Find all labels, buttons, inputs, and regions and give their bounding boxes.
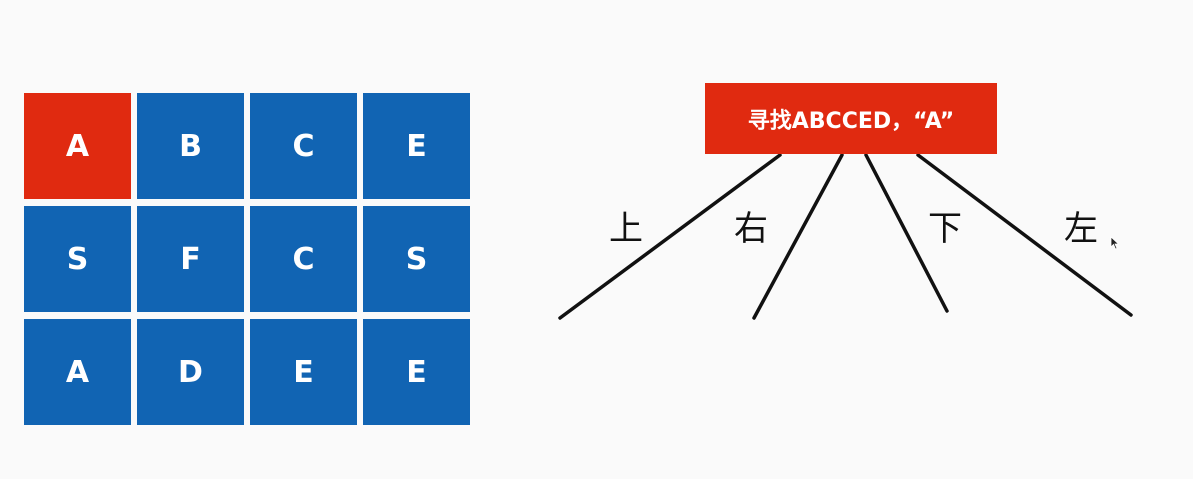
- tree-root-node: 寻找ABCCED，“A”: [705, 83, 997, 154]
- branch-label-left: 左: [1064, 209, 1098, 249]
- search-tree-edges: [558, 153, 1133, 320]
- mouse-cursor-icon: [1110, 236, 1120, 250]
- branch-label-right: 右: [734, 209, 768, 249]
- branch-label-down: 下: [928, 209, 962, 249]
- branch-label-up: 上: [609, 209, 643, 249]
